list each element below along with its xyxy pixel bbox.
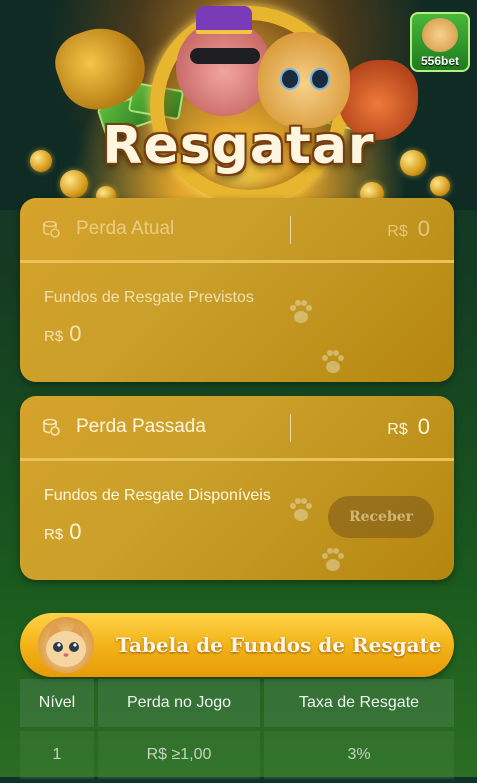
projected-funds-amount: R$ 0 <box>44 321 430 347</box>
past-loss-label: Perda Passada <box>76 416 206 437</box>
cell-level: 1 <box>20 731 94 779</box>
cell-rate: 3% <box>264 731 454 779</box>
brand-logo-label: 556bet <box>420 54 460 68</box>
rescue-table: Nível Perda no Jogo Taxa de Resgate 1 R$… <box>20 679 454 783</box>
brand-logo-icon[interactable]: 556bet <box>410 12 470 72</box>
currency-symbol: R$ <box>44 328 64 345</box>
header-divider <box>290 216 291 244</box>
current-loss-value: 0 <box>417 216 430 241</box>
column-header-loss: Perda no Jogo <box>98 679 260 727</box>
header-divider <box>290 414 291 442</box>
receive-button[interactable]: Receber <box>328 496 434 538</box>
paw-print-icon <box>286 297 316 332</box>
cat-face-icon <box>38 617 94 673</box>
rescue-table-title: Tabela de Fundos de Resgate <box>116 633 442 657</box>
available-funds-value: 0 <box>69 519 82 544</box>
current-loss-amount: R$ 0 <box>387 216 430 242</box>
projected-funds-label: Fundos de Resgate Previstos <box>44 289 254 306</box>
projected-funds-section: Fundos de Resgate Previstos R$ 0 <box>20 263 454 373</box>
column-header-level: Nível <box>20 679 94 727</box>
currency-symbol: R$ <box>387 223 408 240</box>
past-loss-card: Perda Passada R$ 0 Fundos de Resgate Dis… <box>20 396 454 580</box>
coin-stack-icon <box>40 416 62 438</box>
pig-illustration <box>176 20 272 116</box>
rescue-table-header: Tabela de Fundos de Resgate <box>20 613 454 677</box>
column-header-rate: Taxa de Resgate <box>264 679 454 727</box>
table-row: 1 R$ ≥1,00 3% <box>20 731 454 779</box>
paw-print-icon <box>286 495 316 530</box>
past-loss-amount: R$ 0 <box>387 414 430 440</box>
past-loss-value: 0 <box>417 414 430 439</box>
current-loss-header: Perda Atual R$ 0 <box>20 198 454 263</box>
table-header-row: Nível Perda no Jogo Taxa de Resgate <box>20 679 454 727</box>
paw-print-icon <box>318 347 348 382</box>
currency-symbol: R$ <box>44 526 64 543</box>
currency-symbol: R$ <box>387 421 408 438</box>
current-loss-label: Perda Atual <box>76 218 175 239</box>
coin-stack-icon <box>40 218 62 240</box>
cat-illustration <box>258 32 350 128</box>
cell-loss: R$ ≥1,00 <box>98 731 260 779</box>
paw-print-icon <box>318 545 348 580</box>
projected-funds-value: 0 <box>69 321 82 346</box>
hero-banner: Resgatar 556bet <box>0 0 477 210</box>
current-loss-card: Perda Atual R$ 0 Fundos de Resgate Previ… <box>20 198 454 382</box>
past-loss-header: Perda Passada R$ 0 <box>20 396 454 461</box>
page-title: Resgatar <box>102 116 375 176</box>
